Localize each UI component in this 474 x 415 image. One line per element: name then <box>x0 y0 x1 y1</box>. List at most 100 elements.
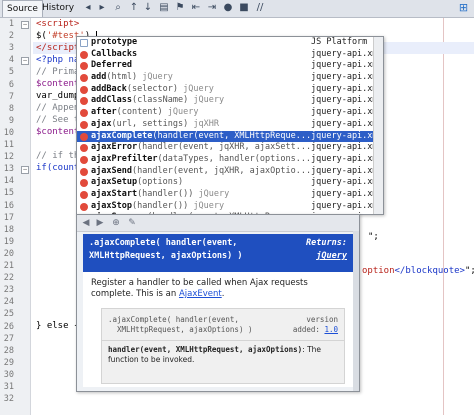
completion-item[interactable]: ajaxStart(handler()) jQuery jquery-api.xm… <box>77 189 383 201</box>
line-number: 29 <box>3 357 14 368</box>
completion-item[interactable]: prototype JS Platform <box>77 37 383 49</box>
stop-macro-icon[interactable]: ■ <box>238 2 250 14</box>
doc-description: Register a handler to be called when Aja… <box>91 278 308 299</box>
doc-scrollbar[interactable] <box>353 231 359 391</box>
doc-forward-icon[interactable]: ▶ <box>94 217 106 229</box>
code-fragment-else: } else { <box>36 321 80 331</box>
fold-toggle-icon[interactable]: − <box>21 166 29 175</box>
code-line: var_dump <box>36 90 79 102</box>
fold-toggle-icon[interactable]: − <box>21 21 29 29</box>
record-macro-icon[interactable]: ● <box>222 2 234 14</box>
doc-body: Register a handler to be called when Aja… <box>83 272 353 387</box>
line-number: 21 <box>3 261 14 271</box>
returns-label: Returns: <box>306 238 347 248</box>
version-link[interactable]: 1.0 <box>324 325 338 334</box>
code-fragment-semicolon: "; <box>368 232 379 242</box>
method-icon <box>80 190 88 199</box>
completion-item-label: addBack(selector) jQuery <box>91 83 214 94</box>
completion-item[interactable]: ajaxSetup(options) jquery-api.xml <box>77 177 383 189</box>
if-statement: if(count <box>36 163 80 173</box>
completion-item[interactable]: addClass(className) jQuery jquery-api.xml <box>77 95 383 107</box>
completion-item-label: ajaxComplete(handler(event, XMLHttpReque… <box>91 130 312 141</box>
code-completion-popup[interactable]: prototype JS Platform Callbacks jquery-api.… <box>76 36 384 215</box>
code-line: // See t <box>36 114 79 126</box>
completion-item[interactable]: addBack(selector) jQuery jquery-api.xml <box>77 84 383 96</box>
doc-signature-header: .ajaxComplete( handler(event, XMLHttpReq… <box>83 234 353 272</box>
forward-icon[interactable]: ▸ <box>96 2 108 14</box>
prev-occurrence-icon[interactable]: ↑ <box>128 2 140 14</box>
goto-source-icon[interactable]: ✎ <box>126 217 138 229</box>
script-open-tag: <script> <box>36 19 80 29</box>
doc-back-icon[interactable]: ◀ <box>80 217 92 229</box>
completion-item[interactable]: after(content) jQuery jquery-api.xml <box>77 107 383 119</box>
completion-item-source: jquery-api.xml <box>311 165 383 176</box>
tab-source[interactable]: Source <box>2 0 43 17</box>
signature-code: .ajaxComplete( handler(event, XMLHttpReq… <box>108 315 253 334</box>
line-number: 30 <box>3 369 14 380</box>
completion-scrollbar[interactable] <box>373 37 383 214</box>
toggle-bookmark-icon[interactable]: ⚑ <box>174 2 186 14</box>
code-fragment-blockquote: option</blockquote>"; <box>362 266 474 276</box>
completion-item[interactable]: ajaxError(handler(event, jqXHR, ajaxSett… <box>77 142 383 154</box>
comment-icon[interactable]: // <box>254 2 266 14</box>
returns-type-link[interactable]: jQuery <box>316 251 347 261</box>
completion-item[interactable]: ajaxComplete(handler(event, XMLHttpReque… <box>77 130 383 143</box>
maximize-icon[interactable]: ⊞ <box>457 1 470 14</box>
line-number: 7 <box>8 91 14 102</box>
shift-right-icon[interactable]: ⇥ <box>206 2 218 14</box>
shift-left-icon[interactable]: ⇤ <box>190 2 202 14</box>
code-line: <script> <box>36 18 79 30</box>
comment: // See t <box>36 115 80 125</box>
line-number: 18 <box>3 224 14 235</box>
completion-item[interactable]: Callbacks jquery-api.xml <box>77 49 383 61</box>
line-number: 16 <box>3 200 14 211</box>
completion-item-source: jquery-api.xml <box>311 130 383 141</box>
toggle-highlight-icon[interactable]: ▤ <box>158 2 170 14</box>
completion-item[interactable]: ajaxStop(handler()) jQuery jquery-api.xml <box>77 201 383 213</box>
completion-item[interactable]: Deferred jquery-api.xml <box>77 60 383 72</box>
completion-item-source: jquery-api.xml <box>311 153 383 164</box>
line-number: 9 <box>8 115 14 126</box>
completion-item-source: jquery-api.xml <box>311 118 383 129</box>
open-in-browser-icon[interactable]: ⊕ <box>110 217 122 229</box>
method-icon <box>80 120 88 129</box>
line-number: 11 <box>3 140 14 150</box>
completion-item[interactable]: ajax(url, settings) jqXHR jquery-api.xml <box>77 119 383 131</box>
line-number: 2 <box>8 31 14 42</box>
method-icon <box>80 62 88 71</box>
back-icon[interactable]: ◂ <box>82 2 94 14</box>
doc-toolbar: ◀ ▶ ⊕ ✎ <box>77 215 359 232</box>
find-icon[interactable]: ⌕ <box>112 2 124 14</box>
tab-history[interactable]: History <box>38 0 78 16</box>
variable: $content <box>36 127 80 137</box>
completion-item-label: ajaxSetup(options) <box>91 177 184 188</box>
completion-item-source: jquery-api.xml <box>311 177 383 188</box>
completion-item-label: add(html) jQuery <box>91 72 173 83</box>
code-line: if(count <box>36 162 79 174</box>
code-line: $content <box>36 78 79 90</box>
line-number: 23 <box>3 285 14 296</box>
next-occurrence-icon[interactable]: ↓ <box>142 2 154 14</box>
method-icon <box>80 144 88 153</box>
version-info: version added: 1.0 <box>292 315 338 334</box>
completion-item[interactable]: ajaxPrefilter(dataTypes, handler(options… <box>77 154 383 166</box>
line-number: 6 <box>8 79 14 90</box>
completion-item-label: Deferred <box>91 60 132 71</box>
signature-separator <box>102 340 344 341</box>
line-number: 15 <box>3 188 14 199</box>
line-number: 28 <box>3 345 14 356</box>
line-number: 31 <box>3 382 14 392</box>
line-number: 24 <box>3 297 14 308</box>
line-number: 5 <box>8 67 14 78</box>
line-number: 27 <box>3 333 14 344</box>
ajax-event-link[interactable]: AjaxEvent <box>179 289 222 299</box>
completion-item[interactable]: add(html) jQuery jquery-api.xml <box>77 72 383 84</box>
completion-item-label: ajax(url, settings) jqXHR <box>91 118 219 129</box>
code-line: // Appen <box>36 102 79 114</box>
fold-toggle-icon[interactable]: − <box>21 57 29 66</box>
line-number: 22 <box>3 273 14 284</box>
completion-item-source: JS Platform <box>311 37 368 47</box>
line-number: 17 <box>3 212 14 223</box>
completion-item-source: jquery-api.xml <box>311 188 383 199</box>
completion-item[interactable]: ajaxSend(handler(event, jqXHR, ajaxOptio… <box>77 166 383 178</box>
